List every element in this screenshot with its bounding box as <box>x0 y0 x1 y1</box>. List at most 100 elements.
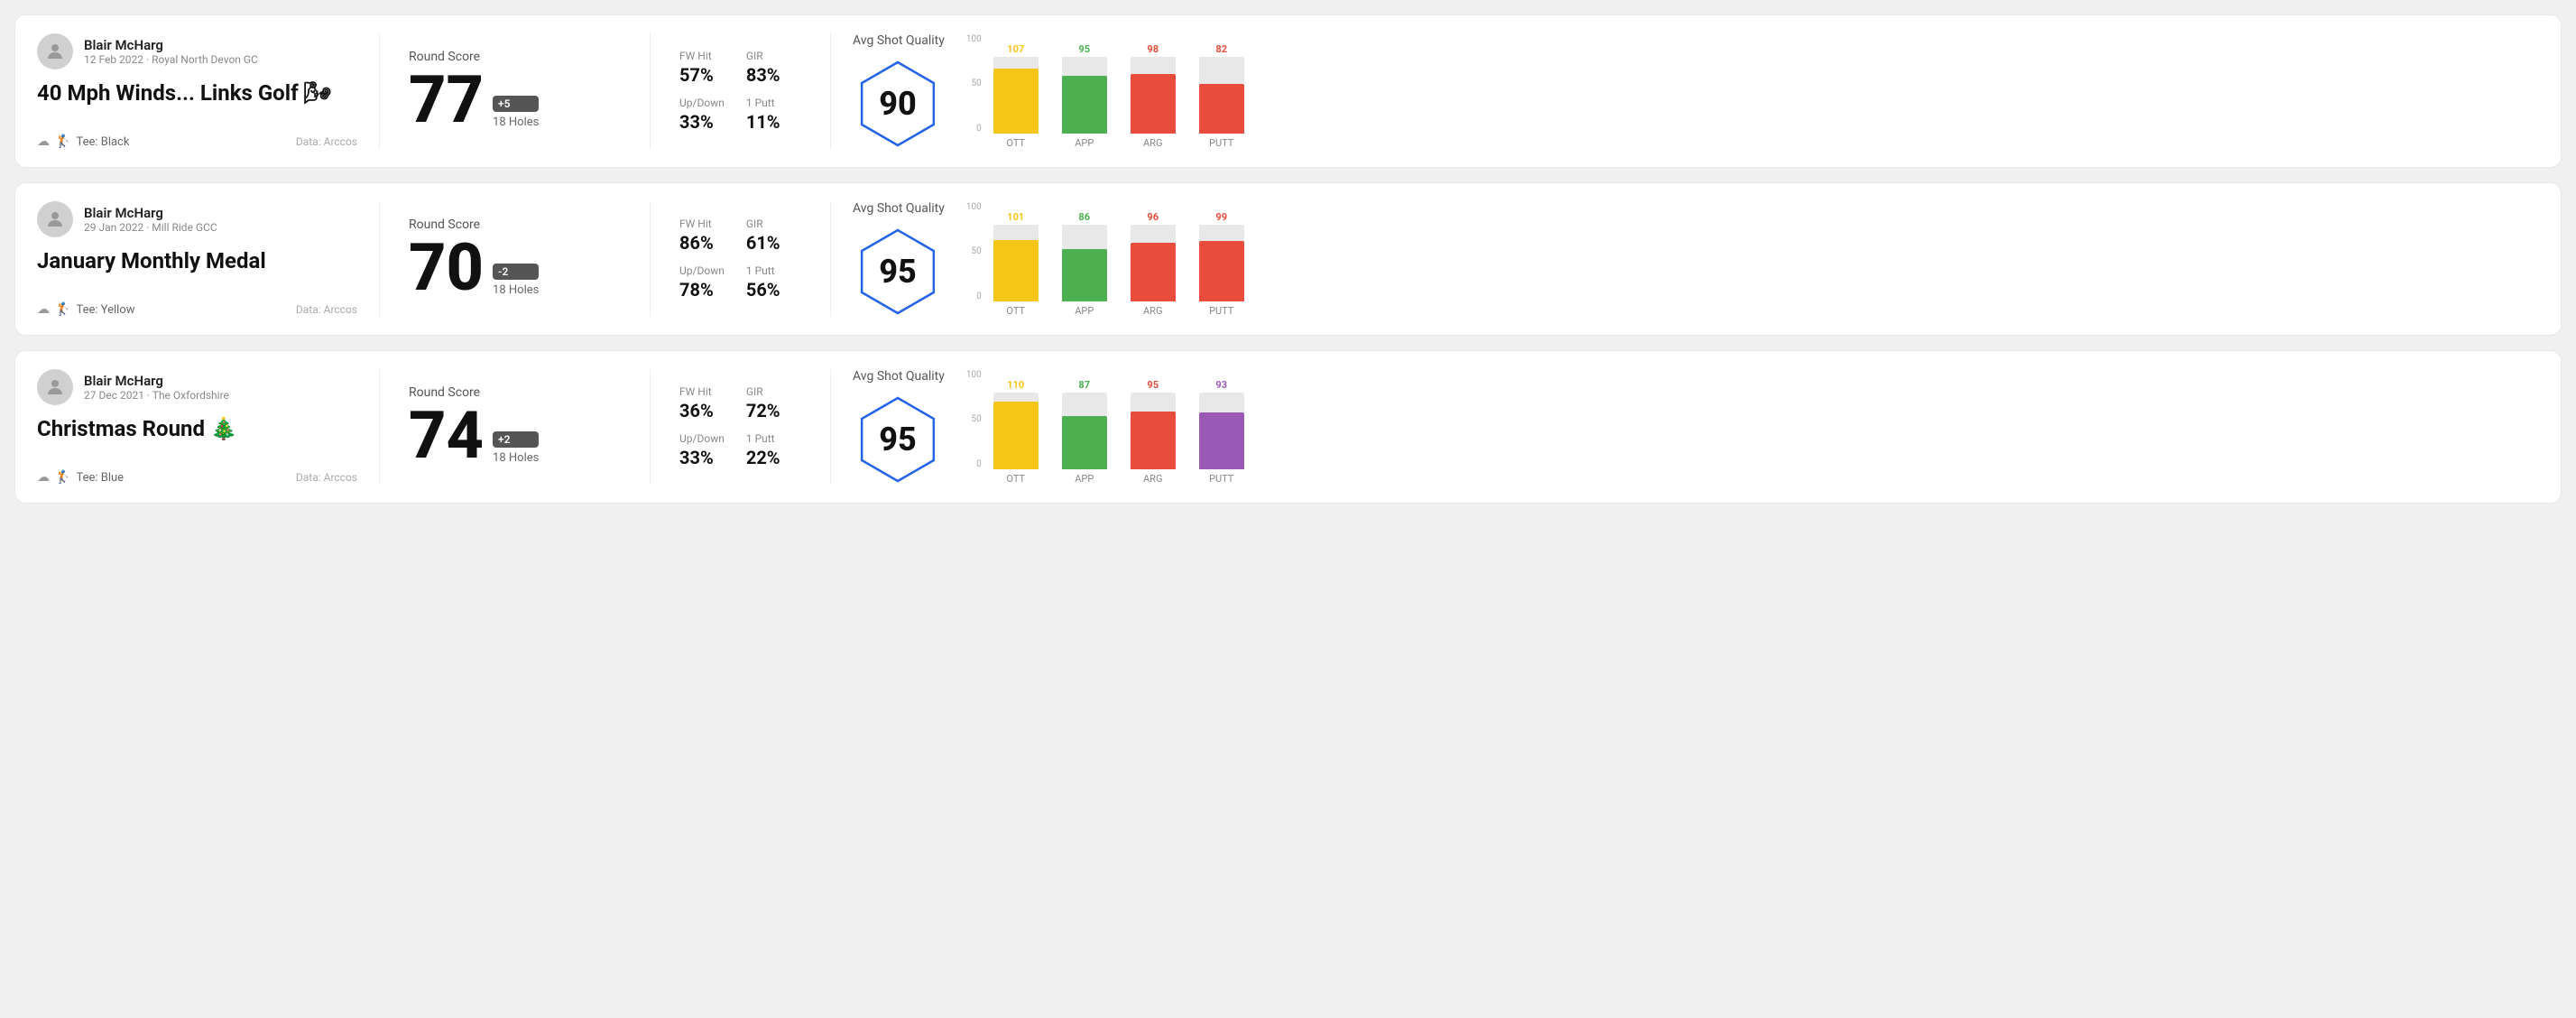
tee-info: ☁ 🏌 Tee: Blue <box>37 470 124 485</box>
hexagon: 95 <box>853 227 943 317</box>
round-title: January Monthly Medal <box>37 248 357 273</box>
bag-icon: 🏌 <box>55 302 70 317</box>
up-down-stat: Up/Down 78% <box>679 264 725 301</box>
user-name: Blair McHarg <box>84 373 229 389</box>
user-name: Blair McHarg <box>84 205 217 221</box>
round-title: Christmas Round 🎄 <box>37 416 357 441</box>
round-card-round-3: Blair McHarg 27 Dec 2021 · The Oxfordshi… <box>14 350 2562 504</box>
score-badge: -2 <box>493 264 539 280</box>
round-card-round-1: Blair McHarg 12 Feb 2022 · Royal North D… <box>14 14 2562 168</box>
bottom-info: ☁ 🏌 Tee: Blue Data: Arccos <box>37 470 357 485</box>
avatar <box>37 369 73 405</box>
bar-value-putt: 99 <box>1215 211 1227 223</box>
user-header: Blair McHarg 29 Jan 2022 · Mill Ride GCC <box>37 201 357 237</box>
hexagon: 95 <box>853 394 943 485</box>
user-info: Blair McHarg 27 Dec 2021 · The Oxfordshi… <box>84 373 229 402</box>
gir-label: GIR <box>746 50 791 62</box>
avatar <box>37 201 73 237</box>
chart-label-app: APP <box>1057 473 1112 485</box>
gir-stat: GIR 61% <box>746 217 791 254</box>
cloud-icon: ☁ <box>37 470 50 485</box>
tee-info: ☁ 🏌 Tee: Yellow <box>37 302 135 317</box>
up-down-value: 33% <box>679 447 725 468</box>
score-details: +5 18 Holes <box>493 96 539 129</box>
bar-group-ott: 107 <box>989 43 1043 134</box>
y-label-100: 100 <box>966 202 982 212</box>
holes-label: 18 Holes <box>493 116 539 129</box>
user-header: Blair McHarg 27 Dec 2021 · The Oxfordshi… <box>37 369 357 405</box>
avatar <box>37 33 73 69</box>
score-section: Round Score 70 -2 18 Holes <box>380 201 651 317</box>
stats-section: FW Hit 86% GIR 61% Up/Down 78% 1 Putt 56… <box>651 201 831 317</box>
chart-label-putt: PUTT <box>1195 473 1249 485</box>
score-number: 77 <box>409 68 484 133</box>
fw-hit-value: 86% <box>679 232 725 254</box>
bar-group-arg: 98 <box>1126 43 1180 134</box>
tee-label: Tee: Black <box>76 135 129 149</box>
up-down-label: Up/Down <box>679 264 725 277</box>
one-putt-label: 1 Putt <box>746 264 791 277</box>
fw-hit-stat: FW Hit 36% <box>679 385 725 421</box>
up-down-stat: Up/Down 33% <box>679 432 725 468</box>
round-score-block: Round Score 77 +5 18 Holes <box>409 50 539 133</box>
bar-value-ott: 107 <box>1007 43 1024 55</box>
date-course: 12 Feb 2022 · Royal North Devon GC <box>84 53 258 66</box>
bar-group-app: 86 <box>1057 211 1112 301</box>
one-putt-label: 1 Putt <box>746 432 791 445</box>
gir-value: 72% <box>746 400 791 421</box>
fw-hit-label: FW Hit <box>679 217 725 230</box>
score-details: +2 18 Holes <box>493 431 539 465</box>
stats-grid: FW Hit 57% GIR 83% Up/Down 33% 1 Putt 11… <box>679 50 791 133</box>
bar-group-putt: 93 <box>1195 379 1249 469</box>
score-row: 70 -2 18 Holes <box>409 236 539 301</box>
fw-hit-value: 36% <box>679 400 725 421</box>
round-title: 40 Mph Winds... Links Golf 🌬 <box>37 80 357 106</box>
chart-label-arg: ARG <box>1126 137 1180 149</box>
stats-grid: FW Hit 86% GIR 61% Up/Down 78% 1 Putt 56… <box>679 217 791 301</box>
score-row: 77 +5 18 Holes <box>409 68 539 133</box>
y-label-50: 50 <box>971 414 981 424</box>
bar-group-putt: 82 <box>1195 43 1249 134</box>
bag-icon: 🏌 <box>55 134 70 149</box>
y-label-0: 0 <box>976 124 982 134</box>
gir-label: GIR <box>746 385 791 398</box>
bar-group-ott: 110 <box>989 379 1043 469</box>
date-course: 29 Jan 2022 · Mill Ride GCC <box>84 221 217 234</box>
fw-hit-label: FW Hit <box>679 50 725 62</box>
chart-label-ott: OTT <box>989 305 1043 317</box>
holes-label: 18 Holes <box>493 283 539 297</box>
one-putt-value: 22% <box>746 447 791 468</box>
y-label-0: 0 <box>976 459 982 469</box>
round-card-round-2: Blair McHarg 29 Jan 2022 · Mill Ride GCC… <box>14 182 2562 336</box>
bar-value-app: 87 <box>1078 379 1090 391</box>
left-section: Blair McHarg 12 Feb 2022 · Royal North D… <box>37 33 380 149</box>
bar-value-putt: 82 <box>1215 43 1227 55</box>
chart-label-app: APP <box>1057 137 1112 149</box>
hexagon-score: 95 <box>879 421 917 458</box>
score-section: Round Score 77 +5 18 Holes <box>380 33 651 149</box>
chart-label-ott: OTT <box>989 137 1043 149</box>
up-down-stat: Up/Down 33% <box>679 97 725 133</box>
quality-section: Avg Shot Quality 90 100 50 0 107 <box>831 33 2539 149</box>
stats-grid: FW Hit 36% GIR 72% Up/Down 33% 1 Putt 22… <box>679 385 791 468</box>
chart-label-arg: ARG <box>1126 473 1180 485</box>
hexagon: 90 <box>853 59 943 149</box>
fw-hit-label: FW Hit <box>679 385 725 398</box>
bottom-info: ☁ 🏌 Tee: Yellow Data: Arccos <box>37 302 357 317</box>
one-putt-label: 1 Putt <box>746 97 791 109</box>
bag-icon: 🏌 <box>55 470 70 485</box>
bar-group-putt: 99 <box>1195 211 1249 301</box>
bar-value-ott: 101 <box>1007 211 1024 223</box>
score-section: Round Score 74 +2 18 Holes <box>380 369 651 485</box>
score-row: 74 +2 18 Holes <box>409 403 539 468</box>
score-details: -2 18 Holes <box>493 264 539 297</box>
gir-value: 83% <box>746 64 791 86</box>
hexagon-score: 90 <box>879 85 917 123</box>
round-score-block: Round Score 70 -2 18 Holes <box>409 217 539 301</box>
gir-label: GIR <box>746 217 791 230</box>
score-badge: +5 <box>493 96 539 112</box>
holes-label: 18 Holes <box>493 451 539 465</box>
cloud-icon: ☁ <box>37 302 50 317</box>
score-badge: +2 <box>493 431 539 448</box>
score-number: 70 <box>409 236 484 301</box>
